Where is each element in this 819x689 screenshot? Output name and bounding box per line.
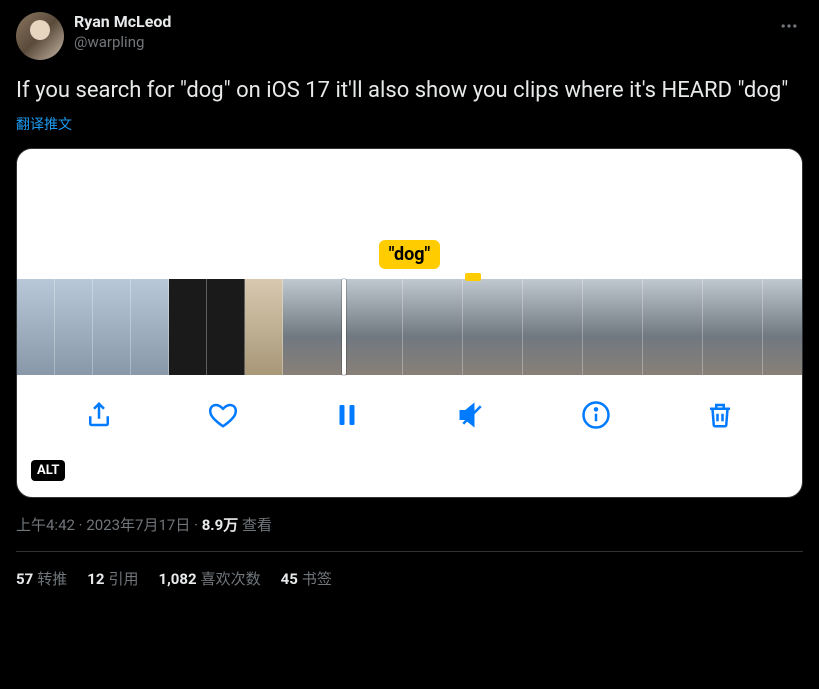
user-handle: @warpling (74, 33, 765, 53)
media-attachment[interactable]: "dog" (16, 148, 803, 498)
avatar[interactable] (16, 12, 64, 60)
views-label: 查看 (242, 516, 272, 534)
translate-link[interactable]: 翻译推文 (16, 114, 803, 134)
display-name: Ryan McLeod (74, 12, 765, 33)
thumbnail[interactable] (207, 279, 245, 375)
thumbnail[interactable] (763, 279, 803, 375)
thumbnail[interactable] (17, 279, 55, 375)
views-count: 8.9万 (202, 516, 239, 534)
playhead-indicator[interactable] (342, 279, 346, 375)
alt-text-badge[interactable]: ALT (31, 460, 65, 481)
heart-icon[interactable] (207, 399, 239, 431)
author-block[interactable]: Ryan McLeod @warpling (74, 12, 765, 52)
thumbnail[interactable] (131, 279, 169, 375)
thumbnail[interactable] (55, 279, 93, 375)
share-icon[interactable] (83, 399, 115, 431)
divider (16, 551, 803, 552)
engagement-stats: 57转推 12引用 1,082喜欢次数 45书签 (16, 568, 803, 589)
retweets-stat[interactable]: 57转推 (16, 568, 67, 589)
pause-icon[interactable] (331, 399, 363, 431)
search-term-label: "dog" (379, 240, 441, 269)
thumbnail[interactable] (245, 279, 283, 375)
thumbnail[interactable] (403, 279, 463, 375)
media-preview-top: "dog" (17, 149, 802, 279)
thumbnail[interactable] (283, 279, 343, 375)
thumbnail[interactable] (583, 279, 643, 375)
tweet-header: Ryan McLeod @warpling (16, 12, 803, 60)
bookmarks-stat[interactable]: 45书签 (281, 568, 332, 589)
info-icon[interactable] (580, 399, 612, 431)
mute-icon[interactable] (456, 399, 488, 431)
thumbnail[interactable] (643, 279, 703, 375)
tweet-meta: 上午4:42 · 2023年7月17日 · 8.9万 查看 (16, 514, 803, 535)
likes-stat[interactable]: 1,082喜欢次数 (158, 568, 260, 589)
thumbnail[interactable] (169, 279, 207, 375)
thumbnail[interactable] (463, 279, 523, 375)
tweet-text: If you search for "dog" on iOS 17 it'll … (16, 76, 803, 106)
media-toolbar (17, 375, 802, 455)
trash-icon[interactable] (704, 399, 736, 431)
tweet-date[interactable]: 2023年7月17日 (86, 516, 190, 534)
thumbnail[interactable] (93, 279, 131, 375)
thumbnail[interactable] (343, 279, 403, 375)
more-options-icon[interactable] (775, 12, 803, 44)
timeline-marker (465, 273, 481, 281)
tweet-container: Ryan McLeod @warpling If you search for … (0, 0, 819, 601)
thumbnail[interactable] (523, 279, 583, 375)
thumbnail[interactable] (703, 279, 763, 375)
tweet-time[interactable]: 上午4:42 (16, 516, 75, 534)
quotes-stat[interactable]: 12引用 (87, 568, 138, 589)
video-timeline-thumbnails[interactable] (17, 279, 802, 375)
